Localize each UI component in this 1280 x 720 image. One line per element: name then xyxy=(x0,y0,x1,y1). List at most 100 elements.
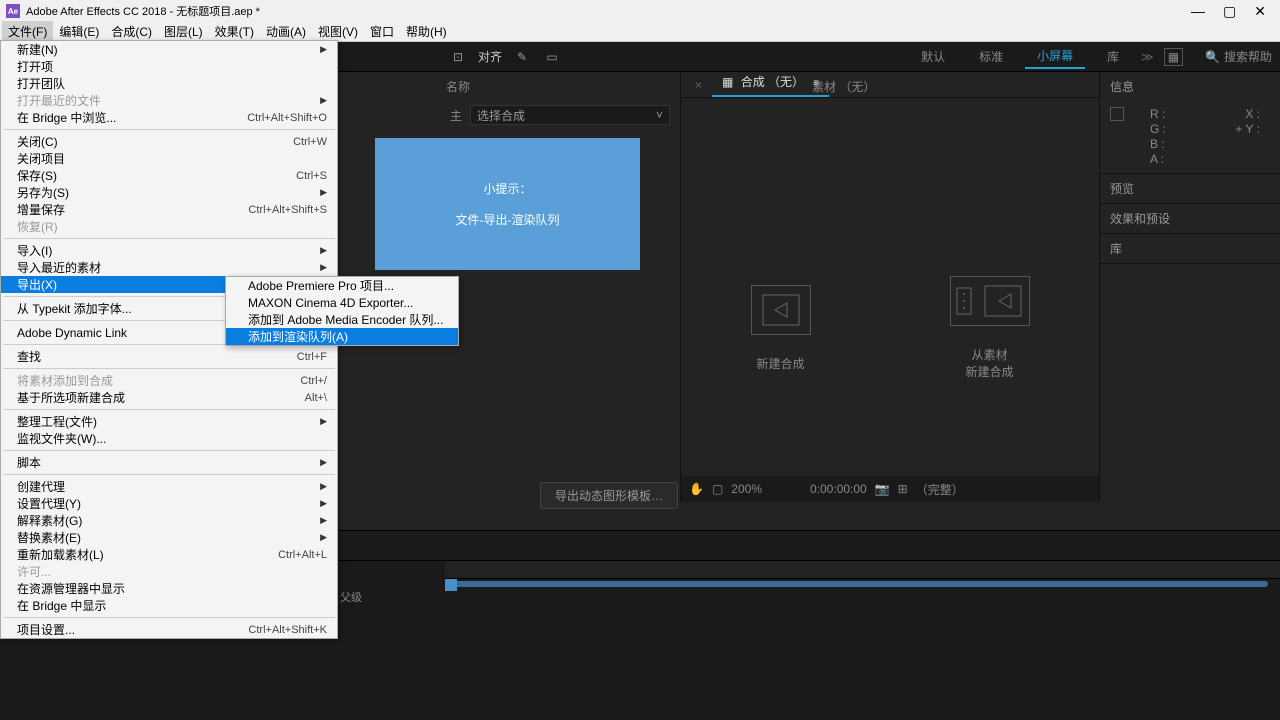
file-menu-item[interactable]: 查找Ctrl+F xyxy=(1,348,337,365)
file-menu-item[interactable]: 脚本▶ xyxy=(1,454,337,471)
workspace-standard[interactable]: 标准 xyxy=(967,45,1015,68)
info-panel-content: R : G : B : A : X : + Y : xyxy=(1100,101,1280,173)
info-y: + Y : xyxy=(1166,122,1260,137)
file-menu-item[interactable]: 打开团队 xyxy=(1,75,337,92)
file-menu-item[interactable]: 在 Bridge 中显示 xyxy=(1,597,337,614)
menu-edit[interactable]: 编辑(E) xyxy=(53,21,105,42)
file-menu-item: 恢复(R) xyxy=(1,218,337,235)
file-menu-item[interactable]: 创建代理▶ xyxy=(1,478,337,495)
export-template-button[interactable]: 导出动态图形模板… xyxy=(540,482,678,509)
file-menu-item: 打开最近的文件▶ xyxy=(1,92,337,109)
comp-icon: ▦ xyxy=(722,75,733,89)
panel-menu-icon[interactable]: ▦ xyxy=(1164,48,1183,66)
from-footage-label2: 新建合成 xyxy=(950,363,1030,380)
file-menu-item[interactable]: 关闭(C)Ctrl+W xyxy=(1,133,337,150)
menu-window[interactable]: 窗口 xyxy=(364,21,400,42)
export-menu-item[interactable]: MAXON Cinema 4D Exporter... xyxy=(226,294,458,311)
tip-title: 小提示： xyxy=(483,180,531,197)
color-swatch-icon xyxy=(1110,107,1124,121)
file-menu-item[interactable]: 新建(N)▶ xyxy=(1,41,337,58)
chevron-right-icon[interactable]: ≫ xyxy=(1141,50,1154,64)
export-submenu: Adobe Premiere Pro 项目...MAXON Cinema 4D … xyxy=(225,276,459,346)
export-menu-item[interactable]: 添加到 Adobe Media Encoder 队列... xyxy=(226,311,458,328)
info-a: A : xyxy=(1150,152,1166,167)
maximize-icon[interactable]: ▢ xyxy=(1223,3,1236,20)
select-comp-value: 选择合成 xyxy=(477,107,525,124)
menu-effect[interactable]: 效果(T) xyxy=(209,21,260,42)
timecode-display[interactable]: 0:00:00:00 xyxy=(810,482,867,496)
zoom-level[interactable]: 200% xyxy=(731,482,762,496)
file-menu-item[interactable]: 项目设置...Ctrl+Alt+Shift+K xyxy=(1,621,337,638)
hand-icon[interactable]: ✋ xyxy=(689,482,704,496)
menu-layer[interactable]: 图层(L) xyxy=(158,21,209,42)
file-menu-item[interactable]: 在 Bridge 中浏览...Ctrl+Alt+Shift+O xyxy=(1,109,337,126)
file-menu-item[interactable]: 设置代理(Y)▶ xyxy=(1,495,337,512)
new-comp-icon xyxy=(751,285,811,335)
menu-composition[interactable]: 合成(C) xyxy=(105,21,158,42)
snap-label[interactable]: 对齐 xyxy=(478,48,502,65)
resolution-dropdown[interactable]: （完整） xyxy=(916,481,964,498)
file-menu-item[interactable]: 替换素材(E)▶ xyxy=(1,529,337,546)
window-title: Adobe After Effects CC 2018 - 无标题项目.aep … xyxy=(26,3,1191,19)
rect-tool-icon[interactable]: ▭ xyxy=(542,47,562,67)
tip-overlay: 小提示： 文件-导出-渲染队列 xyxy=(375,138,640,270)
grid-icon[interactable]: ⊞ xyxy=(898,482,908,496)
comp-footer: ✋ ▢ 200% 0:00:00:00 📷 ⊞ （完整） xyxy=(681,476,1099,502)
menu-help[interactable]: 帮助(H) xyxy=(400,21,453,42)
parent-column-label: 父级 xyxy=(340,589,362,605)
export-menu-item[interactable]: 添加到渲染队列(A) xyxy=(226,328,458,345)
tip-body: 文件-导出-渲染队列 xyxy=(456,211,560,228)
tab-composition-label: 合成 （无） xyxy=(741,75,804,89)
playhead-icon[interactable] xyxy=(445,579,457,591)
file-menu-item[interactable]: 打开项 xyxy=(1,58,337,75)
new-composition-button[interactable]: 新建合成 xyxy=(751,285,811,372)
file-menu-item: 许可... xyxy=(1,563,337,580)
title-bar: Ae Adobe After Effects CC 2018 - 无标题项目.a… xyxy=(0,0,1280,22)
search-help[interactable]: 搜索帮助 xyxy=(1224,48,1272,65)
file-menu-item[interactable]: 另存为(S)▶ xyxy=(1,184,337,201)
workspace-small[interactable]: 小屏幕 xyxy=(1025,44,1085,69)
info-panel-header[interactable]: 信息 xyxy=(1100,72,1280,101)
info-r: R : xyxy=(1150,107,1166,122)
info-b: B : xyxy=(1150,137,1166,152)
file-menu-item[interactable]: 解释素材(G)▶ xyxy=(1,512,337,529)
app-logo-icon: Ae xyxy=(6,4,20,18)
file-menu-item[interactable]: 监视文件夹(W)... xyxy=(1,430,337,447)
export-menu-item[interactable]: Adobe Premiere Pro 项目... xyxy=(226,277,458,294)
timeline-scrollbar[interactable] xyxy=(445,581,1268,587)
menu-bar: 文件(F) 编辑(E) 合成(C) 图层(L) 效果(T) 动画(A) 视图(V… xyxy=(0,22,1280,42)
search-icon: 🔍 xyxy=(1205,50,1220,64)
menu-file[interactable]: 文件(F) xyxy=(2,21,53,42)
library-panel-header[interactable]: 库 xyxy=(1100,234,1280,263)
from-footage-button[interactable]: 从素材 新建合成 xyxy=(950,276,1030,380)
file-menu-item[interactable]: 基于所选项新建合成Alt+\ xyxy=(1,389,337,406)
file-menu-item[interactable]: 保存(S)Ctrl+S xyxy=(1,167,337,184)
file-menu-item[interactable]: 关闭项目 xyxy=(1,150,337,167)
menu-view[interactable]: 视图(V) xyxy=(312,21,364,42)
workspace-default[interactable]: 默认 xyxy=(909,45,957,68)
file-menu-item[interactable]: 导入(I)▶ xyxy=(1,242,337,259)
workspace-library[interactable]: 库 xyxy=(1095,45,1131,68)
preview-panel-header[interactable]: 预览 xyxy=(1100,174,1280,203)
select-composition-dropdown[interactable]: 选择合成 ˅ xyxy=(470,105,670,125)
name-column-label: 名称 xyxy=(446,78,470,95)
effects-panel-header[interactable]: 效果和预设 xyxy=(1100,204,1280,233)
from-footage-icon xyxy=(950,276,1030,326)
anchor-tool-icon[interactable]: ⊡ xyxy=(448,47,468,67)
info-g: G : xyxy=(1150,122,1166,137)
menu-animation[interactable]: 动画(A) xyxy=(260,21,312,42)
file-menu-item[interactable]: 整理工程(文件)▶ xyxy=(1,413,337,430)
chevron-down-icon: ˅ xyxy=(656,108,663,122)
close-icon[interactable]: ✕ xyxy=(1254,3,1266,20)
mask-icon[interactable]: ▢ xyxy=(712,482,723,496)
minimize-icon[interactable]: — xyxy=(1191,3,1205,20)
camera-icon[interactable]: 📷 xyxy=(875,482,890,496)
pen-tool-icon[interactable]: ✎ xyxy=(512,47,532,67)
timeline-ruler[interactable] xyxy=(445,561,1280,579)
file-menu-item[interactable]: 增量保存Ctrl+Alt+Shift+S xyxy=(1,201,337,218)
tab-footage[interactable]: 素材 （无） xyxy=(812,78,875,95)
file-menu-item[interactable]: 重新加载素材(L)Ctrl+Alt+L xyxy=(1,546,337,563)
file-menu-item[interactable]: 导入最近的素材▶ xyxy=(1,259,337,276)
file-menu-item[interactable]: 在资源管理器中显示 xyxy=(1,580,337,597)
panel-dot-icon[interactable]: × xyxy=(685,73,712,97)
